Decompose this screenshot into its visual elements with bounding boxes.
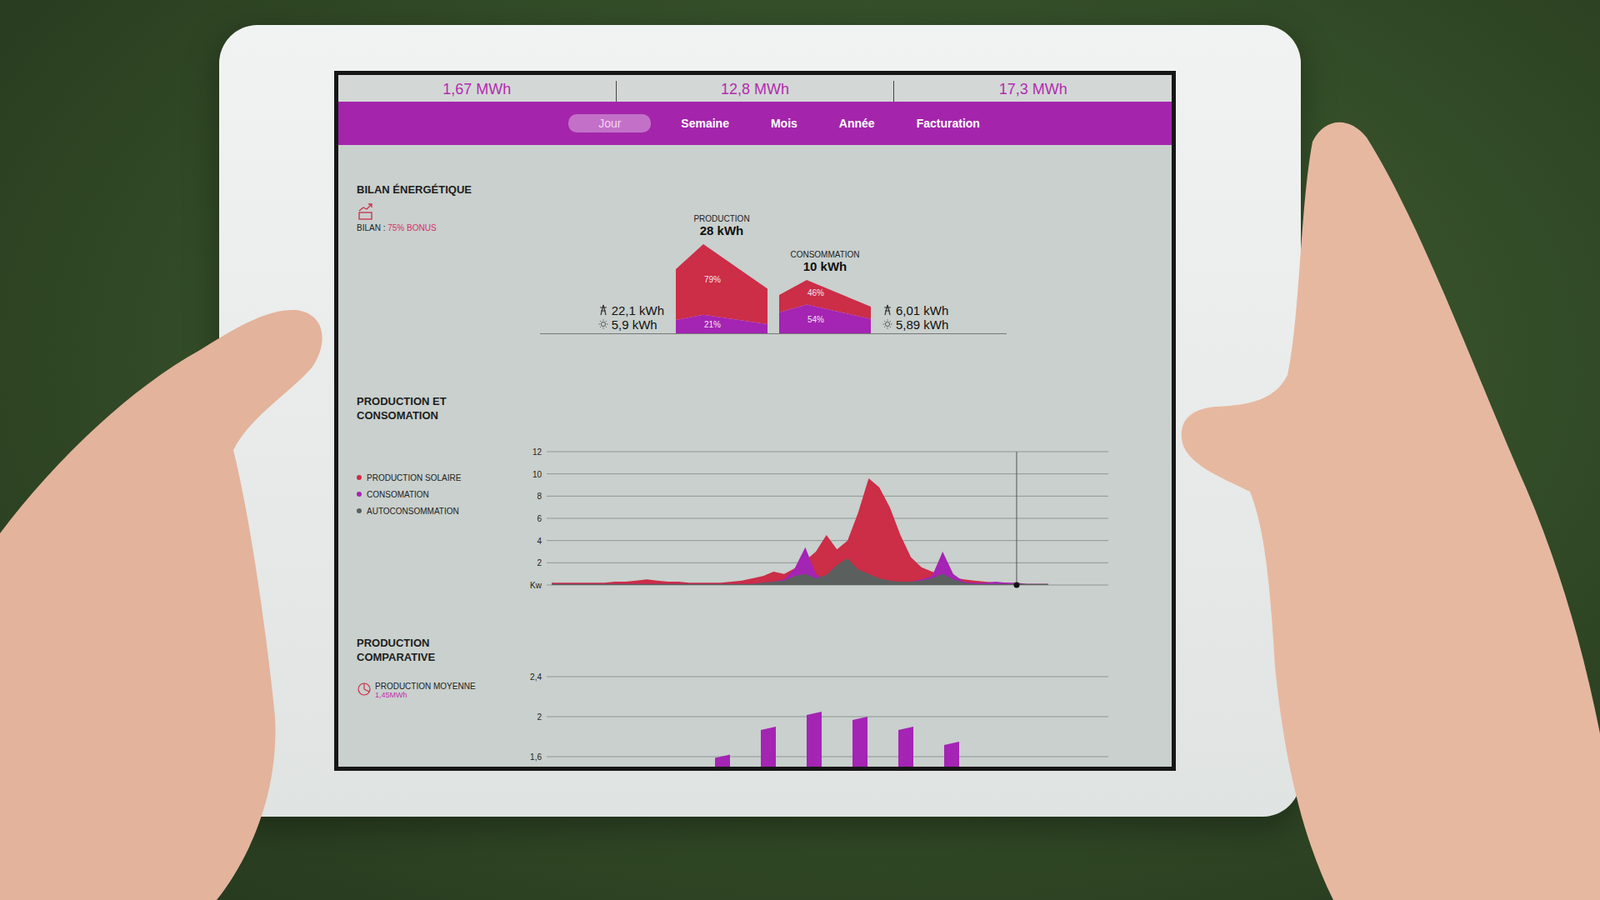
bar: [898, 726, 914, 771]
bar: [760, 726, 776, 771]
average-label: PRODUCTION MOYENNE: [375, 681, 476, 691]
legend-dot: [356, 508, 362, 514]
solar-value: 5,9 kWh: [598, 317, 665, 332]
legend-item: AUTOCONSOMMATION: [356, 506, 515, 516]
legend-item: CONSOMATION: [356, 490, 515, 500]
solar-value: 5,89 kWh: [882, 317, 949, 332]
share-layer: [675, 315, 768, 334]
tick-label: 2,4: [530, 672, 542, 682]
summary-value: 75% BONUS: [387, 223, 436, 233]
share-label: 46%: [807, 288, 825, 298]
production-shape: 79% 21%: [675, 240, 768, 334]
tab[interactable]: Semaine: [669, 114, 741, 133]
time-cursor[interactable]: [1015, 451, 1017, 585]
tick-label: 2: [536, 558, 542, 568]
comparison-side: PRODUCTION COMPARATIVE PRODUCTION MOYENN…: [356, 636, 515, 771]
bilan-summary: BILAN : 75% BONUS: [356, 223, 515, 233]
grid-value: 6,01 kWh: [882, 303, 949, 318]
bar: [852, 716, 868, 771]
tick-label: 12: [532, 447, 543, 457]
tablet-screen: 1,67 MWh12,8 MWh17,3 MWh Jour Semaine Mois…: [334, 70, 1176, 771]
share-label: 54%: [807, 315, 825, 325]
left-hand: [0, 310, 323, 900]
bar: [715, 755, 730, 771]
section-title: PRODUCTION ET CONSOMATION: [356, 395, 457, 424]
consumption-breakdown: 6,01 kWh 5,89 kWh: [882, 303, 949, 335]
sun-icon: [598, 318, 609, 330]
tab[interactable]: Facturation: [905, 114, 992, 133]
consumption-block: CONSOMMATION 10 kWh 46% 54%: [779, 250, 871, 334]
share-label: 79%: [704, 275, 721, 285]
share-label: 21%: [704, 320, 721, 330]
series-area: [551, 547, 1049, 585]
stat-value: 17,3 MWh: [894, 80, 1172, 102]
hands: [0, 0, 1600, 900]
section-title: BILAN ÉNERGÉTIQUE: [356, 183, 515, 196]
consumption-label: CONSOMMATION: [790, 250, 860, 260]
tab[interactable]: Jour: [568, 114, 651, 133]
section-title: PRODUCTION COMPARATIVE: [356, 636, 457, 665]
pie-icon: [356, 681, 372, 697]
production-block: PRODUCTION 28 kWh 79% 21%: [675, 214, 768, 334]
tick-label: 1,6: [530, 752, 542, 762]
bilan-section: BILAN ÉNERGÉTIQUE BILAN : 75% BONUS 22,1…: [338, 145, 1172, 395]
sun-icon: [882, 318, 893, 330]
grid-line: [546, 716, 1109, 718]
production-value: 28 kWh: [700, 223, 745, 238]
legend-dot: [356, 491, 362, 497]
tick-label: 10: [532, 470, 543, 480]
summary-label: BILAN :: [356, 223, 388, 233]
tick-label: 8: [536, 491, 542, 501]
pylon-icon: [598, 304, 609, 316]
legend-dot: [356, 475, 362, 480]
comparison-chart: 2,4 2 1,6: [515, 670, 1115, 771]
tick-label: 6: [536, 514, 542, 524]
average-value: 1,45MWh: [375, 690, 476, 700]
comparison-section: PRODUCTION COMPARATIVE PRODUCTION MOYENN…: [338, 636, 1172, 771]
bilan-chart: 22,1 kWh 5,9 kWh PRODUCTION 28 kWh 79% 21…: [540, 191, 1007, 335]
bilan-side: BILAN ÉNERGÉTIQUE BILAN : 75% BONUS: [356, 183, 515, 395]
production-breakdown: 22,1 kWh 5,9 kWh: [598, 303, 665, 335]
power-side: PRODUCTION ET CONSOMATION PRODUCTION SOL…: [356, 395, 515, 637]
share-layer: [675, 244, 768, 325]
grid-line: [546, 473, 1109, 475]
photo-scene: 1,67 MWh12,8 MWh17,3 MWh Jour Semaine Mois…: [0, 0, 1600, 900]
right-hand: [1181, 122, 1600, 900]
consumption-value: 10 kWh: [803, 259, 848, 274]
tick-label: 2: [536, 712, 542, 722]
stat-value: 12,8 MWh: [616, 80, 895, 102]
tick-label: Kw: [530, 580, 543, 590]
average-production: PRODUCTION MOYENNE 1,45MWh: [356, 681, 515, 700]
grid-line: [546, 756, 1109, 758]
pylon-icon: [882, 304, 893, 316]
cursor-dot[interactable]: [1013, 582, 1020, 589]
grid-line: [546, 518, 1109, 520]
tab-bar: Jour Semaine Mois Année Facturation: [338, 101, 1172, 145]
grid-line: [546, 451, 1109, 453]
tab[interactable]: Année: [827, 114, 887, 133]
tablet: 1,67 MWh12,8 MWh17,3 MWh Jour Semaine Mois…: [219, 25, 1301, 817]
consumption-shape: 46% 54%: [779, 276, 871, 334]
top-stats: 1,67 MWh12,8 MWh17,3 MWh: [338, 75, 1172, 102]
legend-item: PRODUCTION SOLAIRE: [356, 473, 515, 483]
production-label: PRODUCTION: [693, 214, 750, 224]
tab[interactable]: Mois: [759, 114, 810, 133]
series-area: [551, 478, 1049, 585]
series-area: [551, 558, 1049, 585]
power-chart: 12 10 8 6 4 2 Kw: [515, 443, 1115, 602]
chart-up-icon: [356, 202, 375, 221]
bar: [944, 741, 960, 771]
grid-line: [546, 676, 1109, 678]
grid-line: [546, 495, 1109, 497]
grid-value: 22,1 kWh: [598, 303, 665, 318]
tick-label: 4: [536, 536, 542, 546]
bar: [806, 711, 822, 771]
power-section: PRODUCTION ET CONSOMATION PRODUCTION SOL…: [338, 395, 1172, 637]
chart-legend: PRODUCTION SOLAIRE CONSOMATION AUTOCONSO…: [356, 473, 515, 516]
share-layer: [779, 304, 871, 334]
stat-value: 1,67 MWh: [338, 80, 617, 102]
